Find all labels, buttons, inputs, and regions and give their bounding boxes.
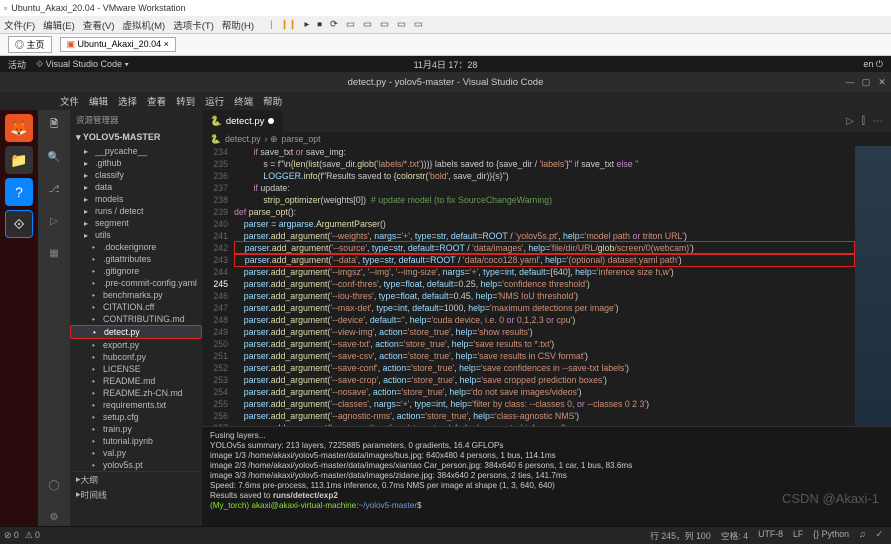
code-editor[interactable]: 2342352362372382392402412422432442452462… — [202, 146, 891, 426]
tree-item[interactable]: •.pre-commit-config.yaml — [70, 277, 202, 289]
tree-item[interactable]: •README.md — [70, 375, 202, 387]
vscode-menubar[interactable]: 文件编辑选择查看转到运行终端帮助 — [0, 92, 891, 110]
help-icon[interactable]: ? — [5, 178, 33, 206]
account-icon[interactable]: ◯ — [45, 476, 63, 494]
tree-item[interactable]: ▸.github — [70, 157, 202, 169]
tree-item[interactable]: ▸data — [70, 181, 202, 193]
debug-icon[interactable]: ▷ — [45, 212, 63, 230]
editor-area: 🐍 detect.py ▷ ⫿ ⋯ 🐍 detect.py › ⊕ parse_op… — [202, 110, 891, 526]
tree-item[interactable]: •CITATION.cff — [70, 301, 202, 313]
tree-item[interactable]: •requirements.txt — [70, 399, 202, 411]
scm-icon[interactable]: ⎇ — [45, 180, 63, 198]
tab-detect[interactable]: 🐍 detect.py — [202, 110, 283, 132]
tree-item[interactable]: ▸models — [70, 193, 202, 205]
tree-item[interactable]: •.gitignore — [70, 265, 202, 277]
vm-tab[interactable]: ▣ Ubuntu_Akaxi_20.04 × — [60, 37, 176, 52]
project-root[interactable]: ▾ YOLOV5-MASTER — [70, 130, 202, 145]
tree-item[interactable]: •LICENSE — [70, 363, 202, 375]
tree-item[interactable]: •hubconf.py — [70, 351, 202, 363]
ubuntu-topbar[interactable]: 活动 ⟐ Visual Studio Code ▾ 11月4日 17：28 en… — [0, 56, 891, 72]
breadcrumb[interactable]: 🐍 detect.py › ⊕ parse_opt — [202, 132, 891, 146]
status-bar[interactable]: ⊘ 0⚠ 0 行 245，列 100空格: 4UTF-8LF{} Python♫… — [0, 526, 891, 544]
run-icon[interactable]: ▷ — [846, 116, 854, 127]
tree-item[interactable]: •benchmarks.py — [70, 289, 202, 301]
vmware-tabbar: ◎ 主页 ▣ Ubuntu_Akaxi_20.04 × — [0, 34, 891, 56]
tree-item[interactable]: •val.py — [70, 447, 202, 459]
pause-icon[interactable]: ❙❙ — [281, 19, 297, 30]
tree-item[interactable]: •setup.cfg — [70, 411, 202, 423]
tree-item[interactable]: •export.py — [70, 339, 202, 351]
tree-item[interactable]: •.dockerignore — [70, 241, 202, 253]
maximize-icon[interactable]: ▢ — [861, 77, 871, 87]
split-icon[interactable]: ⫿ — [862, 116, 865, 127]
tree-item[interactable]: •README.zh-CN.md — [70, 387, 202, 399]
explorer-sidebar[interactable]: 资源管理器 ▾ YOLOV5-MASTER ▸__pycache__▸.gith… — [70, 110, 202, 526]
close-icon[interactable]: ✕ — [877, 77, 887, 87]
terminal-panel[interactable]: Fusing layers...YOLOv5s summary: 213 lay… — [202, 426, 891, 526]
play-icon[interactable]: ▸ — [304, 19, 309, 30]
tree-item[interactable]: •tutorial.ipynb — [70, 435, 202, 447]
tree-item[interactable]: •CONTRIBUTING.md — [70, 313, 202, 325]
stop-icon[interactable]: ⏹ — [317, 19, 322, 30]
dirty-icon — [268, 118, 274, 124]
ubuntu-dock[interactable]: 🦊 📁 ? ⟐ — [0, 110, 38, 526]
more-icon[interactable]: ⋯ — [873, 116, 883, 127]
editor-tabs[interactable]: 🐍 detect.py ▷ ⫿ ⋯ — [202, 110, 891, 132]
tree-item[interactable]: ▸utils — [70, 229, 202, 241]
files-icon[interactable]: 📁 — [5, 146, 33, 174]
extensions-icon[interactable]: ▦ — [45, 244, 63, 262]
tree-item[interactable]: •train.py — [70, 423, 202, 435]
minimap[interactable] — [855, 146, 891, 426]
vscode-titlebar: detect.py - yolov5-master - Visual Studi… — [0, 72, 891, 92]
search-icon[interactable]: 🔍 — [45, 148, 63, 166]
tree-item[interactable]: ▸__pycache__ — [70, 145, 202, 157]
gear-icon[interactable]: ⚙ — [45, 508, 63, 526]
firefox-icon[interactable]: 🦊 — [5, 114, 33, 142]
tree-item[interactable]: ▸classify — [70, 169, 202, 181]
tree-item[interactable]: •.gitattributes — [70, 253, 202, 265]
home-tab[interactable]: ◎ 主页 — [8, 36, 52, 53]
vmware-menubar[interactable]: 文件(F)编辑(E)查看(V)虚拟机(M)选项卡(T)帮助(H) | ❙❙ ▸ … — [0, 16, 891, 34]
snapshot-icon[interactable]: ⟳ — [330, 19, 338, 30]
minimize-icon[interactable]: — — [845, 77, 855, 87]
tree-item[interactable]: ▸runs / detect — [70, 205, 202, 217]
activity-bar[interactable]: 🗎 🔍 ⎇ ▷ ▦ ◯ ⚙ — [38, 110, 70, 526]
watermark: CSDN @Akaxi-1 — [782, 491, 879, 506]
vmware-titlebar: ▫Ubuntu_Akaxi_20.04 - VMware Workstation — [0, 0, 891, 16]
vscode-icon[interactable]: ⟐ — [5, 210, 33, 238]
tree-item[interactable]: ▸segment — [70, 217, 202, 229]
explorer-icon[interactable]: 🗎 — [45, 116, 63, 134]
file-detect-py[interactable]: •detect.py — [70, 325, 202, 339]
vm-display: 活动 ⟐ Visual Studio Code ▾ 11月4日 17：28 en… — [0, 56, 891, 526]
tree-item[interactable]: •yolov5s.pt — [70, 459, 202, 471]
